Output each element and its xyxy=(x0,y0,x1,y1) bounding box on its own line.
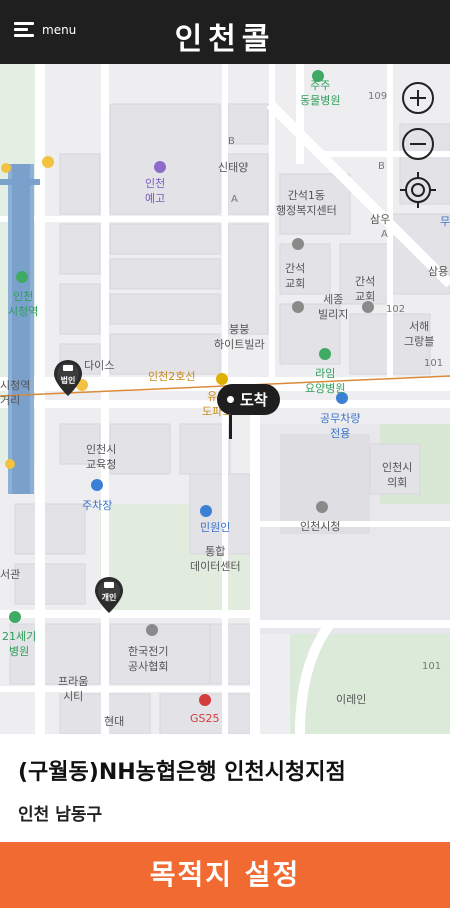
map-label-city-hall: 인천시청 xyxy=(300,520,341,533)
corporate-taxi-label: 법인 xyxy=(60,376,76,385)
map-label-city-hall-station: 인천 시청역 xyxy=(8,290,39,318)
map-label-101a: 101 xyxy=(424,358,444,369)
zoom-in-button[interactable] xyxy=(400,80,436,116)
map-label-ganseok-church2: 간석 교회 xyxy=(355,275,376,303)
place-info-panel: (구월동)NH농협은행 인천시청지점 인천 남동구 xyxy=(0,734,450,842)
map-label-education: 인천시 교육청 xyxy=(86,443,117,471)
map-label-street: 거리 xyxy=(0,394,21,407)
map-label-seogwan: 서관 xyxy=(0,568,21,581)
place-address: 인천 남동구 xyxy=(18,805,103,825)
map-label-b2: B xyxy=(378,161,385,172)
current-location-button[interactable] xyxy=(400,172,436,208)
private-taxi-label: 개인 xyxy=(101,593,117,602)
map-label-101b: 101 xyxy=(422,661,442,672)
map-label-ganseok-church1: 간석 교회 xyxy=(285,262,306,290)
dot-icon xyxy=(227,396,234,403)
map-label-b1: B xyxy=(228,136,235,147)
destination-label: 도착 xyxy=(240,391,268,409)
map-label-seohae: 서해 그랑블 xyxy=(404,320,435,348)
map-label-prauge: 프라움 시티 xyxy=(58,675,89,703)
map-label-data-center: 통합 데이터센터 xyxy=(190,545,241,573)
map-label-line2: 인천2호선 xyxy=(148,370,196,383)
map-label-irein: 이레인 xyxy=(336,693,367,706)
map-label-102: 102 xyxy=(386,304,406,315)
map-label-gongmu: 공무차량 전용 xyxy=(320,412,361,440)
set-destination-button[interactable]: 목적지 설정 xyxy=(0,842,450,908)
map-label-mu: 무 xyxy=(440,215,450,228)
map-label-samu: 삼우 xyxy=(370,213,391,226)
map-label-hospital21: 21세기 병원 xyxy=(2,630,37,658)
place-name: (구월동)NH농협은행 인천시청지점 xyxy=(18,760,346,785)
map-label-gs25: GS25 xyxy=(190,712,220,725)
destination-pin xyxy=(229,415,232,439)
app-header: menu 인천콜 xyxy=(0,0,450,64)
map-label-a2: A xyxy=(381,229,388,240)
map-label-ganseok-center: 간석1동 행정복지센터 xyxy=(276,189,337,217)
zoom-out-button[interactable] xyxy=(400,126,436,162)
crosshair-icon xyxy=(400,172,436,208)
map-view[interactable]: 주주 동물병원 109 인천 예고 신태양 B A B 간석1동 행정복지센터 … xyxy=(0,64,450,734)
map-label-hyundai: 현대 xyxy=(104,715,125,728)
destination-marker[interactable]: 도착 xyxy=(217,384,280,439)
map-label-incheon-art: 인천 예고 xyxy=(145,177,166,205)
map-label-zoo: 주주 동물병원 xyxy=(300,79,341,107)
map-label-raim: 라임 요양병원 xyxy=(305,367,346,395)
app-title: 인천콜 xyxy=(174,22,276,57)
map-label-minwon: 민원인 xyxy=(200,521,231,534)
map-label-sintaeyang: 신태양 xyxy=(218,161,249,174)
map-label-city-hall-stn2: 시청역 xyxy=(0,379,31,392)
map-label-dimis: 다이스 xyxy=(84,359,115,372)
minus-icon xyxy=(402,128,434,160)
map-label-bungbung: 붕붕 하이트빌라 xyxy=(214,323,265,351)
plus-icon xyxy=(402,82,434,114)
map-label-a1: A xyxy=(231,194,238,205)
map-label-city-council: 인천시 의회 xyxy=(382,461,413,489)
map-label-parking: 주차장 xyxy=(82,499,113,512)
map-label-kepa: 한국전기 공사협회 xyxy=(128,645,169,673)
map-label-samyong: 삼용 xyxy=(428,265,449,278)
map-label-109: 109 xyxy=(368,91,388,102)
map-label-sejong: 세종 빌리지 xyxy=(318,293,349,321)
destination-bubble: 도착 xyxy=(217,384,280,415)
